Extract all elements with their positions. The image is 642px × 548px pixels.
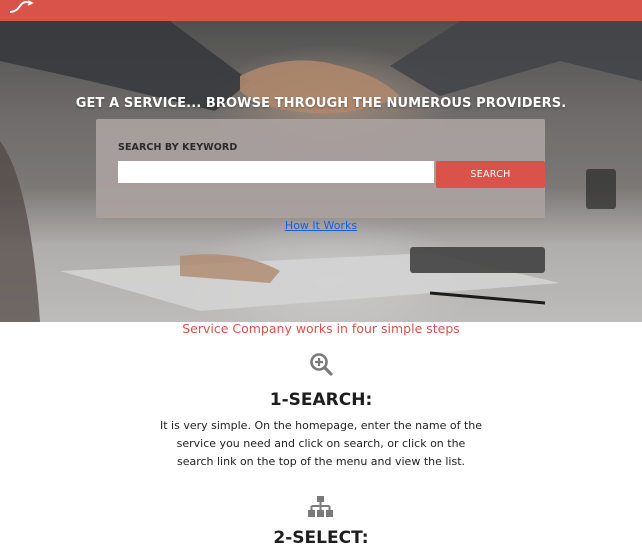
search-input[interactable]	[118, 161, 434, 183]
step-1-description: It is very simple. On the homepage, ente…	[160, 419, 483, 468]
search-plus-icon	[310, 353, 333, 376]
search-button[interactable]: SEARCH	[436, 161, 545, 188]
search-label: SEARCH BY KEYWORD	[118, 142, 238, 153]
logo-icon[interactable]	[8, 0, 42, 14]
step-1-title: 1-SEARCH:	[269, 390, 373, 410]
search-panel: SEARCH BY KEYWORD SEARCH	[96, 119, 545, 218]
step-2-title: 2-SELECT:	[273, 528, 369, 548]
steps-intro: Service Company works in four simple ste…	[182, 321, 460, 336]
hero-heading: GET A SERVICE... BROWSE THROUGH THE NUME…	[75, 96, 567, 111]
sitemap-icon	[308, 496, 333, 517]
top-bar	[0, 0, 642, 21]
how-it-works-link[interactable]: How It Works	[0, 219, 642, 232]
hero-section: GET A SERVICE... BROWSE THROUGH THE NUME…	[0, 21, 642, 322]
